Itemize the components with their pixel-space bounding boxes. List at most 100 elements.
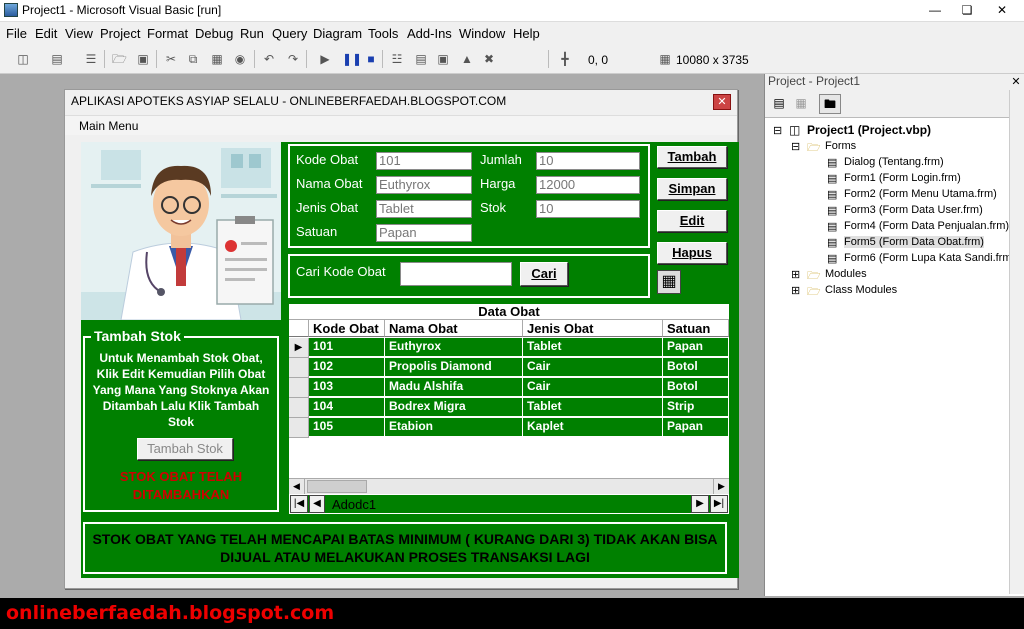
- explorer-vscrollbar[interactable]: [1009, 90, 1024, 594]
- nama-obat-field[interactable]: Euthyrox: [376, 176, 472, 194]
- form-item[interactable]: Form4 (Form Data Penjualan.frm): [844, 220, 1009, 232]
- simpan-button[interactable]: Simpan: [657, 178, 727, 200]
- menu-file[interactable]: File: [6, 26, 27, 41]
- jenis-obat-field[interactable]: Tablet: [376, 200, 472, 218]
- end-icon[interactable]: ■: [364, 52, 378, 66]
- scroll-left-icon[interactable]: ◀: [289, 479, 305, 494]
- project-explorer-icon[interactable]: ☳: [390, 52, 404, 66]
- cari-button[interactable]: Cari: [520, 262, 568, 286]
- scroll-thumb[interactable]: [307, 480, 367, 493]
- form-item[interactable]: Form1 (Form Login.frm): [844, 172, 961, 184]
- menu-project[interactable]: Project: [100, 26, 140, 41]
- toolbox-icon[interactable]: ✖: [482, 52, 496, 66]
- table-row[interactable]: 105 Etabion Kaplet Papan: [289, 418, 729, 438]
- view-object-icon[interactable]: ▦: [793, 96, 809, 112]
- open-icon[interactable]: 🗁: [112, 52, 127, 66]
- last-record-icon[interactable]: ▶|: [710, 495, 728, 513]
- column-header[interactable]: Kode Obat: [309, 320, 385, 337]
- save-icon[interactable]: ▣: [136, 52, 150, 66]
- table-row[interactable]: 102 Propolis Diamond Cair Botol: [289, 358, 729, 378]
- toggle-folders-icon[interactable]: 🖿: [819, 94, 841, 114]
- paste-icon[interactable]: ▦: [210, 52, 224, 66]
- prev-record-icon[interactable]: ◀: [309, 495, 325, 513]
- footer-watermark: onlineberfaedah.blogspot.com: [6, 602, 335, 624]
- search-input[interactable]: [400, 262, 512, 286]
- cell-satuan: Botol: [663, 378, 729, 398]
- tree-collapse-icon[interactable]: ⊟: [791, 140, 800, 153]
- menu-editor-icon[interactable]: ☰: [84, 52, 98, 66]
- table-row[interactable]: 103 Madu Alshifa Cair Botol: [289, 378, 729, 398]
- grid-hscrollbar[interactable]: ◀ ▶: [289, 478, 729, 494]
- tambah-button[interactable]: Tambah: [657, 146, 727, 168]
- stok-field[interactable]: 10: [536, 200, 640, 218]
- copy-icon[interactable]: ⧉: [186, 52, 200, 66]
- scroll-right-icon[interactable]: ▶: [713, 479, 729, 494]
- add-project-icon[interactable]: ◫: [16, 52, 30, 66]
- tree-expand-icon[interactable]: ⊞: [791, 284, 800, 297]
- minimize-button[interactable]: —: [920, 0, 950, 20]
- restore-button[interactable]: ❏: [952, 0, 982, 20]
- undo-icon[interactable]: ↶: [262, 52, 276, 66]
- menu-format[interactable]: Format: [147, 26, 188, 41]
- menu-edit[interactable]: Edit: [35, 26, 57, 41]
- satuan-field[interactable]: Papan: [376, 224, 472, 242]
- calculator-icon[interactable]: ▦: [657, 270, 681, 294]
- tambah-stok-button[interactable]: Tambah Stok: [137, 438, 233, 460]
- forms-folder[interactable]: Forms: [825, 140, 856, 152]
- menu-debug[interactable]: Debug: [195, 26, 233, 41]
- folder-icon: 🗁: [807, 286, 821, 298]
- project-root[interactable]: Project1 (Project.vbp): [807, 123, 931, 137]
- tree-collapse-icon[interactable]: ⊟: [773, 124, 782, 137]
- menu-add-ins[interactable]: Add-Ins: [407, 26, 452, 41]
- table-row[interactable]: 104 Bodrex Migra Tablet Strip: [289, 398, 729, 418]
- jumlah-field[interactable]: 10: [536, 152, 640, 170]
- close-button[interactable]: ✕: [984, 0, 1020, 20]
- object-browser-icon[interactable]: ▲: [460, 52, 474, 66]
- menu-view[interactable]: View: [65, 26, 93, 41]
- first-record-icon[interactable]: |◀: [290, 495, 308, 513]
- add-form-icon[interactable]: ▤: [50, 52, 64, 66]
- properties-window-icon[interactable]: ▤: [414, 52, 428, 66]
- menu-tools[interactable]: Tools: [368, 26, 398, 41]
- table-row[interactable]: ▶ 101 Euthyrox Tablet Papan: [289, 338, 729, 358]
- break-icon[interactable]: ❚❚: [342, 52, 362, 66]
- column-header[interactable]: Satuan: [663, 320, 729, 337]
- column-header[interactable]: Nama Obat: [385, 320, 523, 337]
- form-item[interactable]: Form2 (Form Menu Utama.frm): [844, 188, 997, 200]
- warning-text: STOK OBAT YANG TELAH MENCAPAI BATAS MINI…: [92, 531, 718, 565]
- tree-expand-icon[interactable]: ⊞: [791, 268, 800, 281]
- form-item[interactable]: Dialog (Tentang.frm): [844, 156, 944, 168]
- explorer-close-icon[interactable]: ✕: [1009, 75, 1023, 89]
- menu-window[interactable]: Window: [459, 26, 505, 41]
- form-item[interactable]: Form3 (Form Data User.frm): [844, 204, 983, 216]
- find-icon[interactable]: ◉: [233, 52, 247, 66]
- position-readout: 0, 0: [588, 53, 609, 67]
- menu-diagram[interactable]: Diagram: [313, 26, 362, 41]
- redo-icon[interactable]: ↷: [286, 52, 300, 66]
- harga-field[interactable]: 12000: [536, 176, 640, 194]
- view-code-icon[interactable]: ▤: [771, 96, 787, 112]
- class-modules-folder[interactable]: Class Modules: [825, 284, 897, 296]
- menu-run[interactable]: Run: [240, 26, 264, 41]
- form-item-selected[interactable]: Form5 (Form Data Obat.frm): [844, 236, 984, 248]
- start-icon[interactable]: ▶: [318, 52, 332, 66]
- grid-caption: Data Obat: [289, 304, 729, 320]
- column-header[interactable]: Jenis Obat: [523, 320, 663, 337]
- hapus-button[interactable]: Hapus: [657, 242, 727, 264]
- edit-button[interactable]: Edit: [657, 210, 727, 232]
- menu-help[interactable]: Help: [513, 26, 540, 41]
- explorer-toolbar: ▤ ▦ 🖿: [765, 90, 1024, 118]
- modules-folder[interactable]: Modules: [825, 268, 867, 280]
- data-obat-grid[interactable]: Data Obat Kode Obat Nama Obat Jenis Obat…: [289, 304, 729, 494]
- footer-bar: onlineberfaedah.blogspot.com: [0, 598, 1024, 629]
- menu-query[interactable]: Query: [272, 26, 307, 41]
- kode-obat-field[interactable]: 101: [376, 152, 472, 170]
- next-record-icon[interactable]: ▶: [691, 495, 709, 513]
- cut-icon[interactable]: ✂: [164, 52, 178, 66]
- form-layout-icon[interactable]: ▣: [436, 52, 450, 66]
- main-menu[interactable]: Main Menu: [79, 119, 138, 133]
- jumlah-label: Jumlah: [480, 152, 522, 167]
- form-item[interactable]: Form6 (Form Lupa Kata Sandi.frm): [844, 252, 1015, 264]
- form-close-button[interactable]: ✕: [713, 94, 731, 110]
- stok-status-text: STOK OBAT TELAH DITAMBAHKAN: [119, 469, 243, 502]
